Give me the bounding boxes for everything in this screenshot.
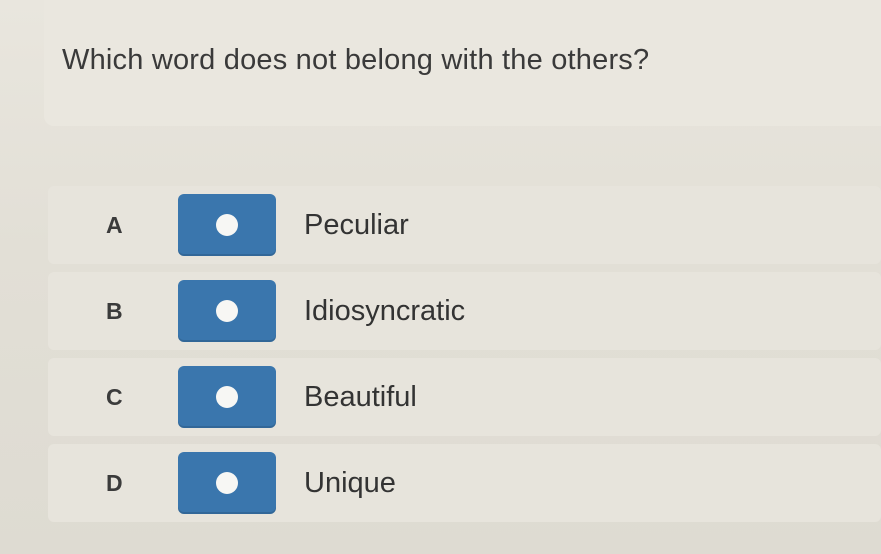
option-b[interactable]: B Idiosyncratic (48, 272, 881, 350)
question-text: Which word does not belong with the othe… (62, 44, 650, 76)
option-letter: D (106, 469, 123, 496)
option-a[interactable]: A Peculiar (48, 186, 881, 264)
radio-button[interactable] (178, 194, 276, 256)
radio-dot-icon (216, 214, 238, 236)
option-label: Beautiful (304, 380, 417, 413)
option-letter: B (106, 297, 123, 324)
radio-button[interactable] (178, 452, 276, 514)
radio-dot-icon (216, 300, 238, 322)
quiz-page: Which word does not belong with the othe… (0, 0, 881, 554)
option-label: Peculiar (304, 208, 409, 241)
answer-options: A Peculiar B Idiosyncratic C Beautiful D (48, 186, 881, 530)
option-letter: A (106, 211, 123, 238)
radio-dot-icon (216, 472, 238, 494)
radio-dot-icon (216, 386, 238, 408)
option-d[interactable]: D Unique (48, 444, 881, 522)
radio-button[interactable] (178, 280, 276, 342)
option-label: Unique (304, 466, 396, 499)
option-letter: C (106, 383, 123, 410)
option-c[interactable]: C Beautiful (48, 358, 881, 436)
radio-button[interactable] (178, 366, 276, 428)
option-label: Idiosyncratic (304, 294, 466, 327)
